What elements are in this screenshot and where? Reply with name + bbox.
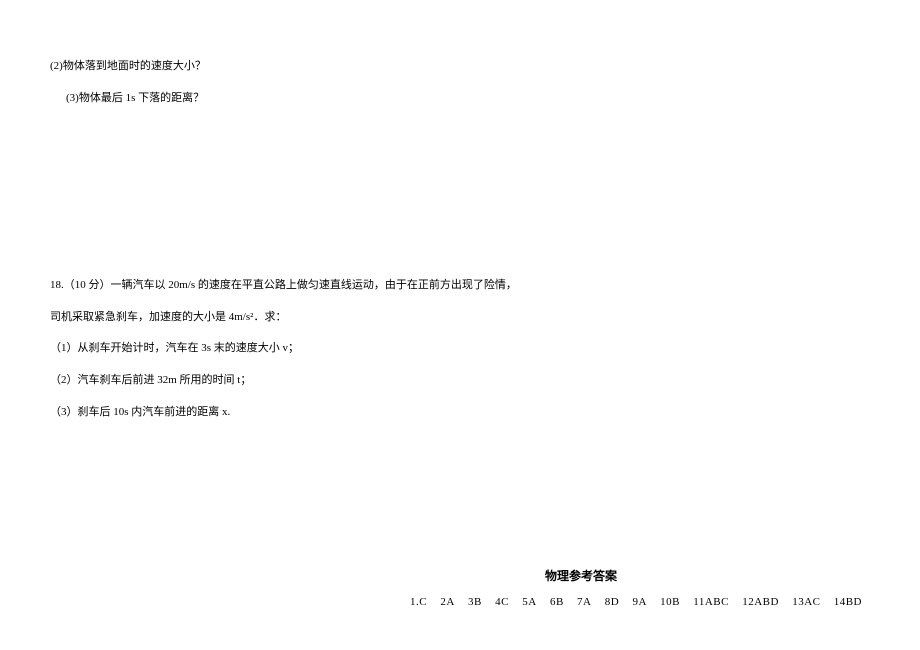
- answer-key-item: 4C: [495, 596, 509, 608]
- answer-key-item: 3B: [468, 596, 482, 608]
- question-18-part-1: （1）从刹车开始计时，汽车在 3s 末的速度大小 v；: [50, 340, 870, 358]
- answer-key-item: 1.C: [410, 596, 427, 608]
- answer-key-item: 7A: [577, 596, 591, 608]
- answer-key-item: 14BD: [834, 596, 862, 608]
- answer-key-list: 1.C 2A 3B 4C 5A 6B 7A 8D 9A 10B 11ABC 12…: [410, 596, 872, 608]
- question-18-intro-line-2: 司机采取紧急刹车，加速度的大小是 4m/s²．求：: [50, 309, 870, 327]
- answer-key-item: 2A: [440, 596, 454, 608]
- answer-title: 物理参考答案: [410, 567, 872, 584]
- question-18-part-2: （2）汽车刹车后前进 32m 所用的时间 t；: [50, 372, 870, 390]
- answer-key-item: 13AC: [792, 596, 820, 608]
- answer-key-item: 9A: [632, 596, 646, 608]
- question-17-part-2: (2)物体落到地面时的速度大小？: [50, 58, 870, 76]
- answer-key-item: 11ABC: [693, 596, 729, 608]
- document-body: (2)物体落到地面时的速度大小？ (3)物体最后 1s 下落的距离？ 18.（1…: [0, 0, 920, 421]
- spacing-gap: [50, 121, 870, 277]
- question-18-intro-line-1: 18.（10 分）一辆汽车以 20m/s 的速度在平直公路上做匀速直线运动，由于…: [50, 277, 870, 295]
- answer-key-item: 6B: [550, 596, 564, 608]
- question-17-part-3: (3)物体最后 1s 下落的距离？: [50, 90, 870, 108]
- answer-key-item: 10B: [660, 596, 680, 608]
- question-18-part-3: （3）刹车后 10s 内汽车前进的距离 x.: [50, 404, 870, 422]
- answer-section: 物理参考答案 1.C 2A 3B 4C 5A 6B 7A 8D 9A 10B 1…: [410, 567, 872, 608]
- answer-key-item: 5A: [522, 596, 536, 608]
- answer-key-item: 8D: [605, 596, 619, 608]
- answer-key-item: 12ABD: [742, 596, 779, 608]
